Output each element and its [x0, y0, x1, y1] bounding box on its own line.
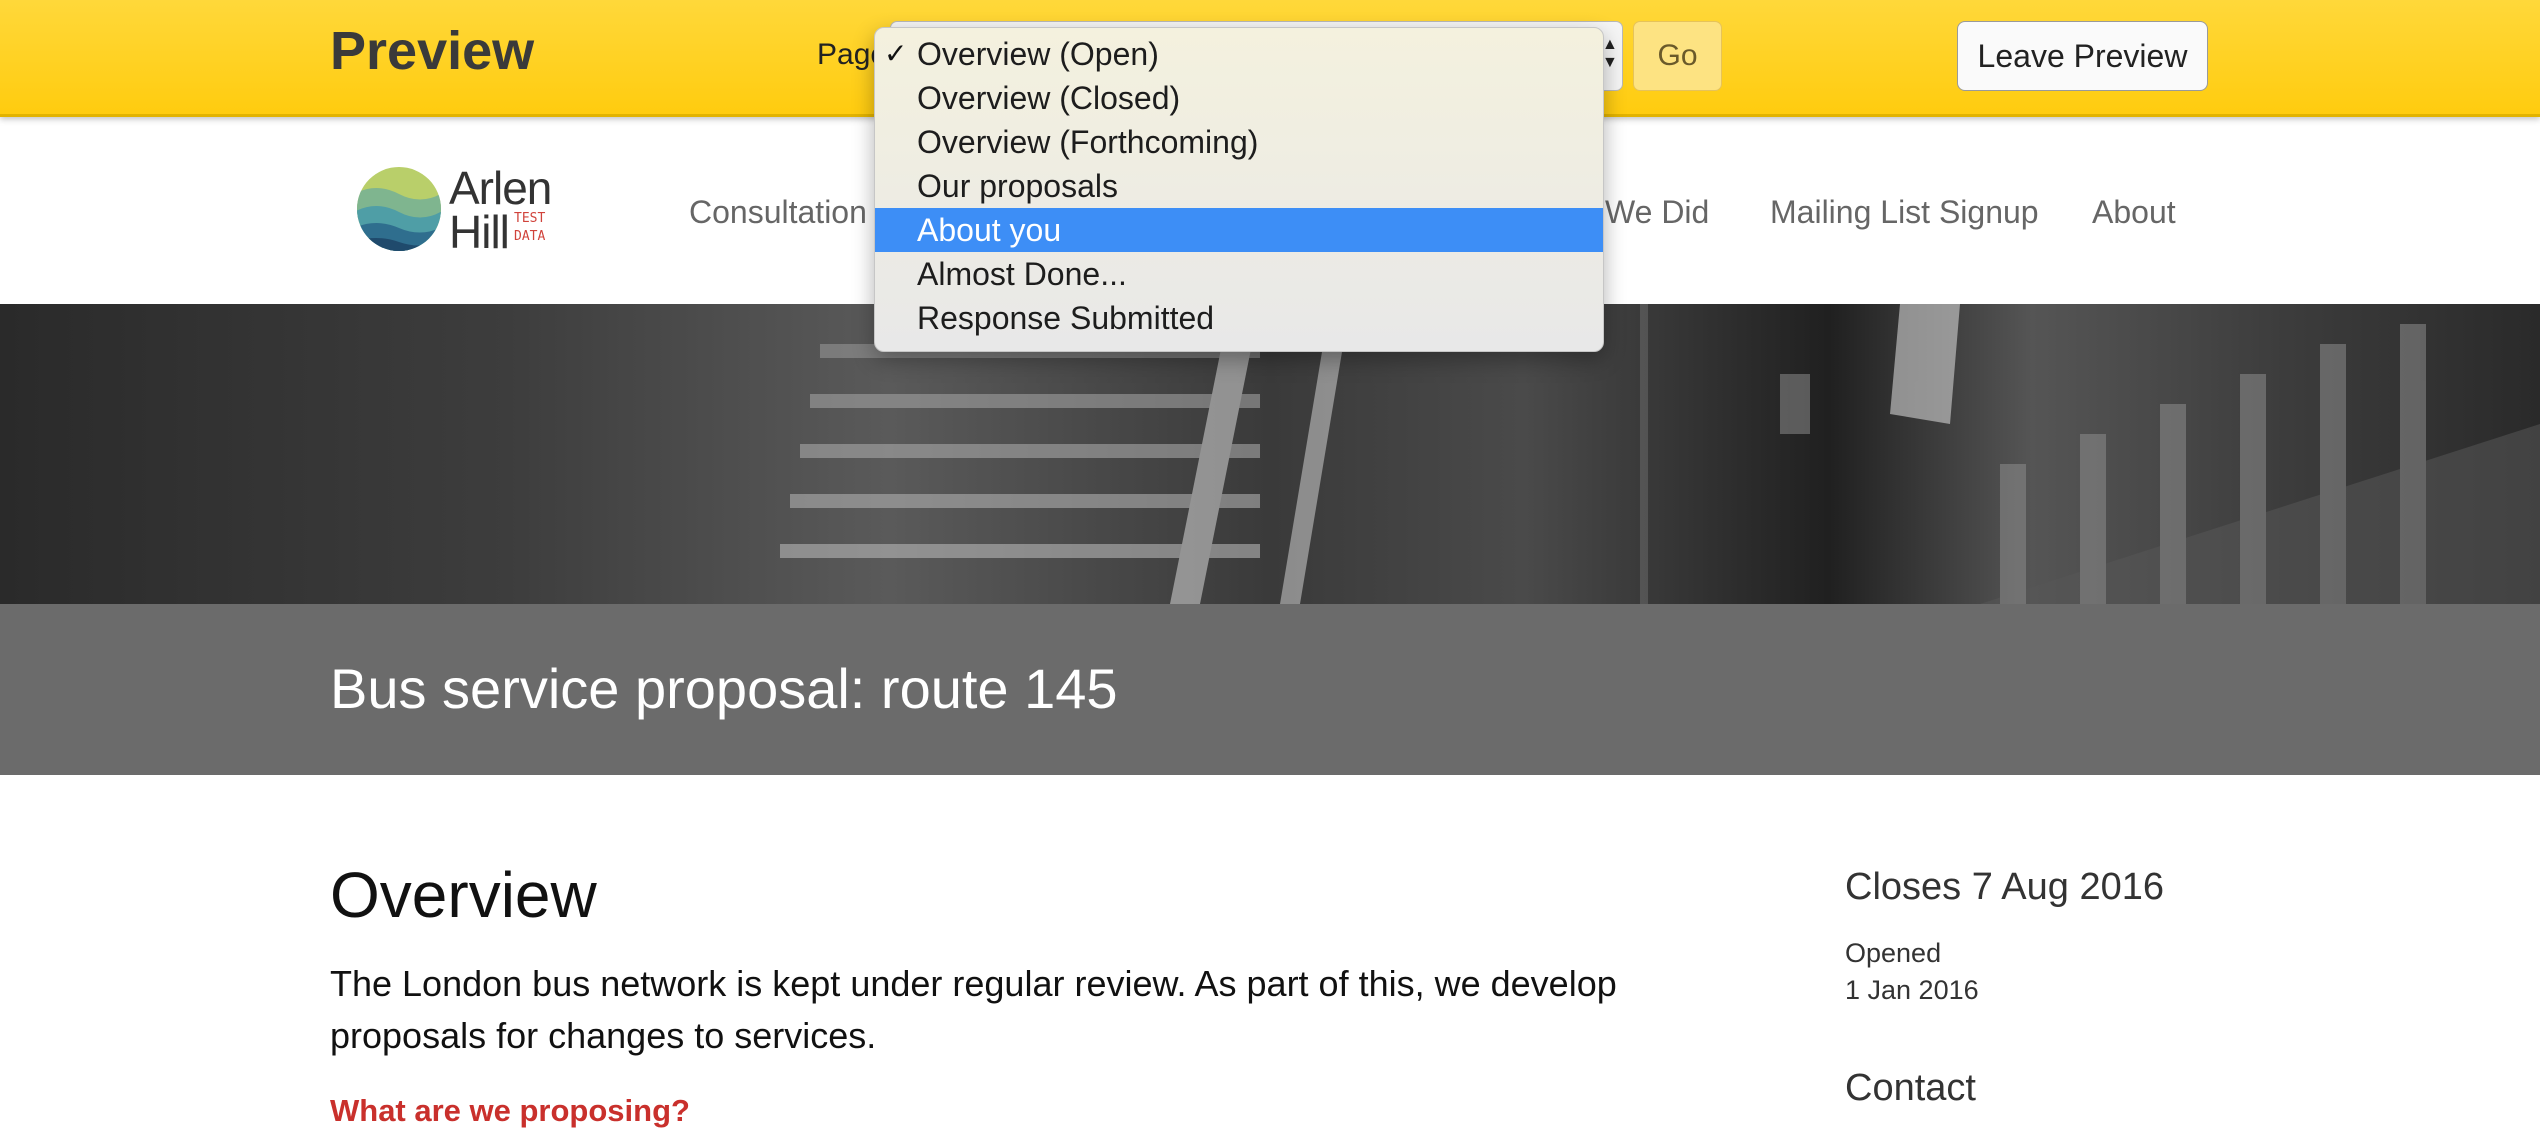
opened-date: 1 Jan 2016	[1845, 975, 1979, 1005]
menu-item-overview-open[interactable]: ✓ Overview (Open)	[875, 32, 1603, 76]
menu-item-about-you[interactable]: About you	[875, 208, 1603, 252]
menu-item-overview-forthcoming[interactable]: Overview (Forthcoming)	[875, 120, 1603, 164]
logo-test-data: TEST DATA	[514, 211, 546, 244]
overview-heading: Overview	[330, 859, 597, 931]
go-button[interactable]: Go	[1633, 21, 1722, 91]
logo-waves-icon	[357, 167, 441, 251]
menu-item-overview-closed[interactable]: Overview (Closed)	[875, 76, 1603, 120]
opened-label: Opened	[1845, 938, 1942, 968]
proposal-subheading: What are we proposing?	[330, 1093, 690, 1128]
title-band: Bus service proposal: route 145	[0, 604, 2540, 775]
menu-item-our-proposals[interactable]: Our proposals	[875, 164, 1603, 208]
nav-item-mailing-list[interactable]: Mailing List Signup	[1770, 194, 2039, 231]
contact-heading: Contact	[1845, 1067, 1976, 1109]
page-dropdown-menu: ✓ Overview (Open) Overview (Closed) Over…	[874, 27, 1604, 352]
site-logo[interactable]: Arlen Hill TEST DATA	[354, 160, 569, 260]
menu-item-response-submitted[interactable]: Response Submitted	[875, 296, 1603, 340]
menu-item-almost-done[interactable]: Almost Done...	[875, 252, 1603, 296]
closing-date: Closes 7 Aug 2016	[1845, 866, 2165, 908]
preview-title: Preview	[330, 21, 535, 81]
nav-item-about[interactable]: About	[2092, 194, 2176, 231]
nav-item-we-did[interactable]: We Did	[1605, 194, 1709, 231]
select-arrows-icon: ▲ ▼	[1602, 36, 1618, 71]
overview-intro: The London bus network is kept under reg…	[330, 963, 1617, 1056]
page-title: Bus service proposal: route 145	[330, 657, 1118, 720]
leave-preview-button[interactable]: Leave Preview	[1957, 21, 2208, 91]
nav-item-consultations[interactable]: Consultation	[689, 194, 867, 231]
checkmark-icon: ✓	[884, 38, 908, 69]
